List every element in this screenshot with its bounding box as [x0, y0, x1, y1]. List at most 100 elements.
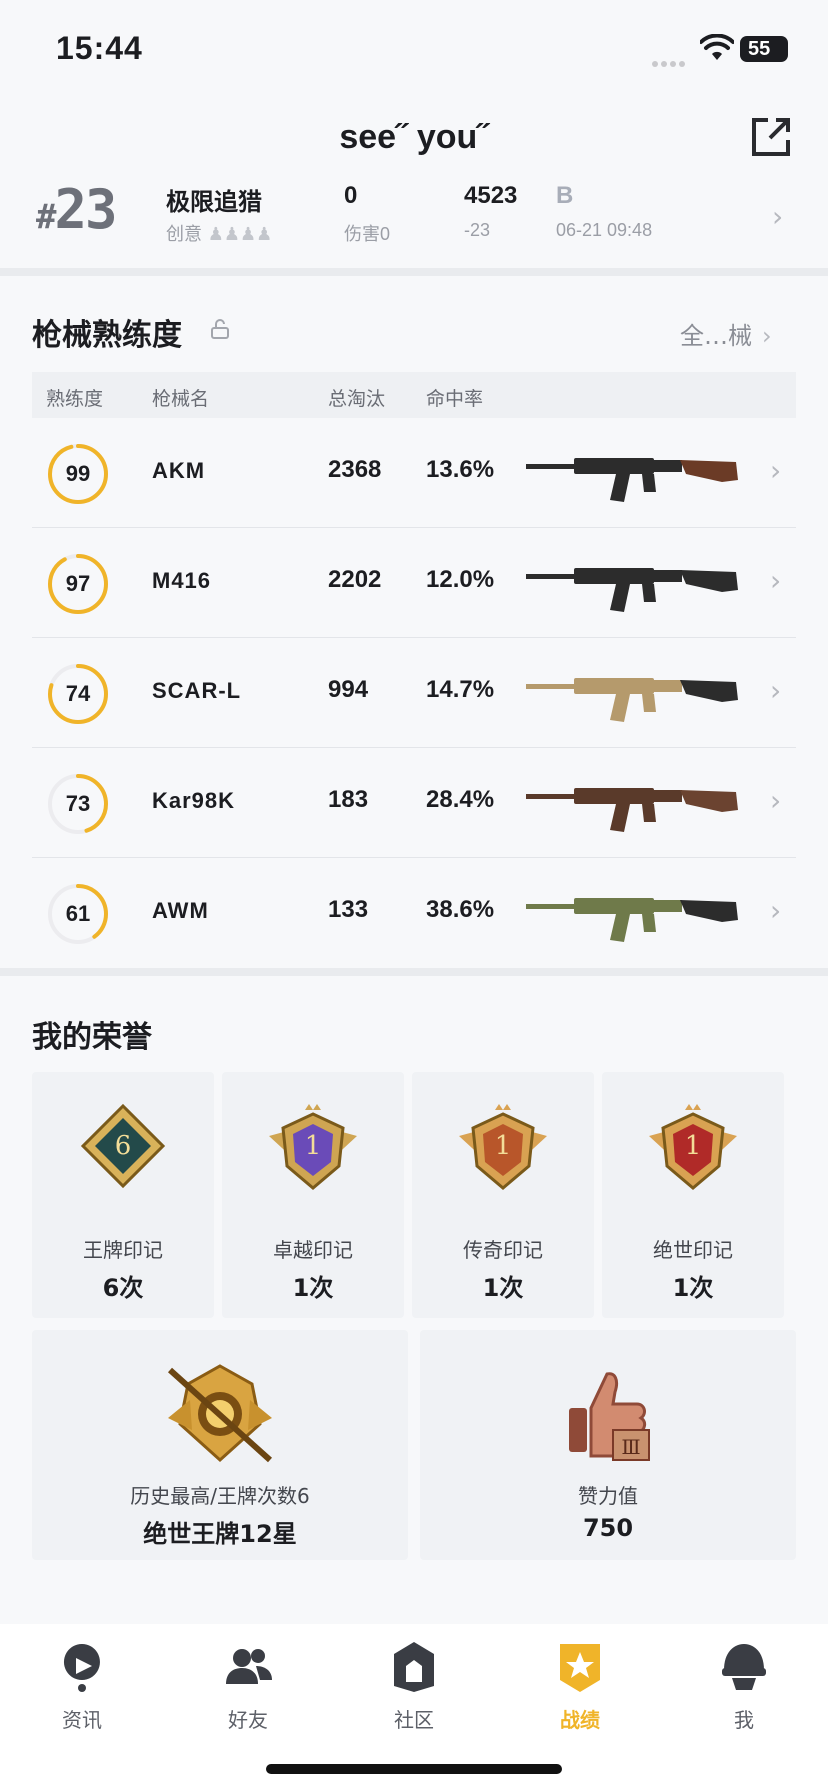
- weapon-accuracy: 28.4%: [426, 786, 495, 813]
- mastery-value: 73: [65, 791, 91, 816]
- honor-label: 卓越印记: [273, 1238, 353, 1262]
- history-best-card[interactable]: 历史最高/王牌次数6 绝世王牌12星: [32, 1330, 408, 1560]
- honor-value: 1次: [672, 1274, 714, 1302]
- honor-value: 1次: [292, 1274, 334, 1302]
- weapon-table-header: 熟练度 枪械名 总淘汰 命中率: [32, 372, 796, 418]
- peerless-mark-badge-icon: 1: [649, 1104, 737, 1190]
- tab-record[interactable]: 战绩: [530, 1638, 630, 1733]
- record-icon: [560, 1644, 600, 1692]
- weapon-name: AWM: [152, 898, 209, 923]
- badge-number: 1: [685, 1131, 702, 1161]
- page-title: see˝ you˝: [339, 118, 489, 156]
- status-bar: 15:44 55: [0, 0, 828, 100]
- weapon-image: [526, 678, 738, 722]
- tab-label: 我: [734, 1708, 754, 1732]
- weapon-row[interactable]: 99 AKM 2368 13.6% ›: [32, 418, 796, 528]
- profile-helmet-icon: [722, 1644, 766, 1690]
- weapon-kills: 133: [328, 896, 369, 923]
- mastery-ring: 97: [46, 552, 110, 616]
- honor-label: 绝世印记: [653, 1238, 733, 1262]
- mastery-value: 99: [65, 461, 91, 486]
- tab-friends[interactable]: 好友: [198, 1638, 298, 1733]
- mastery-ring: 61: [46, 882, 110, 946]
- rank-number: 23: [54, 178, 117, 241]
- tab-news[interactable]: 资讯: [32, 1638, 132, 1733]
- chevron-right-icon: ›: [770, 894, 782, 927]
- weapon-row[interactable]: 97 M416 2202 12.0% ›: [32, 528, 796, 638]
- history-best-value: 绝世王牌12星: [143, 1520, 297, 1548]
- history-best-label: 历史最高/王牌次数6: [130, 1484, 310, 1508]
- honors-title: 我的荣誉: [32, 1020, 152, 1055]
- honor-card[interactable]: 1 卓越印记 1次: [222, 1072, 404, 1318]
- battery-level: 55: [748, 38, 771, 60]
- lock-icon[interactable]: [210, 318, 230, 340]
- weapon-image: [526, 568, 738, 612]
- honor-card[interactable]: 6 王牌印记 6次: [32, 1072, 214, 1318]
- honor-card[interactable]: 1 绝世印记 1次: [602, 1072, 784, 1318]
- honor-card[interactable]: 1 传奇印记 1次: [412, 1072, 594, 1318]
- mastery-value: 97: [65, 571, 91, 596]
- tab-community[interactable]: 社区: [364, 1638, 464, 1733]
- mastery-value: 74: [65, 681, 91, 706]
- badge-number: 6: [115, 1131, 132, 1161]
- weapon-image: [526, 458, 738, 502]
- tab-label: 资讯: [62, 1708, 102, 1732]
- chevron-right-icon: ›: [762, 322, 772, 350]
- badge-number: 1: [305, 1131, 322, 1161]
- battery-icon: 55: [740, 36, 788, 62]
- legend-mark-badge-icon: 1: [459, 1104, 547, 1190]
- weapon-name: M416: [152, 568, 212, 593]
- friends-icon: [226, 1649, 272, 1684]
- damage-value: 0: [344, 182, 358, 209]
- match-datetime: 06-21 09:48: [556, 220, 653, 240]
- all-weapons-label: 全…械: [680, 322, 752, 350]
- weapon-accuracy: 38.6%: [426, 896, 495, 923]
- weapon-mastery-title: 枪械熟练度: [32, 318, 182, 353]
- excellent-mark-badge-icon: 1: [269, 1104, 357, 1190]
- weapon-name: SCAR-L: [152, 678, 242, 703]
- honor-label: 王牌印记: [83, 1238, 163, 1262]
- match-rank: #23: [36, 178, 118, 241]
- likes-card[interactable]: Ⅲ 赞力值 750: [420, 1330, 796, 1560]
- mastery-value: 61: [65, 901, 91, 926]
- svg-text:Ⅲ: Ⅲ: [621, 1435, 640, 1459]
- weapon-accuracy: 12.0%: [426, 566, 495, 593]
- all-weapons-link[interactable]: 全…械 ›: [680, 316, 772, 351]
- weapon-name: Kar98K: [152, 788, 236, 813]
- weapon-row[interactable]: 74 SCAR-L 994 14.7% ›: [32, 638, 796, 748]
- damage-label: 伤害0: [344, 224, 391, 244]
- grade-value: B: [556, 182, 574, 209]
- weapon-image: [526, 898, 738, 942]
- news-icon: [63, 1644, 100, 1692]
- weapon-kills: 2202: [328, 566, 382, 593]
- thumbs-up-icon: Ⅲ: [569, 1372, 650, 1461]
- tab-profile[interactable]: 我: [694, 1638, 794, 1733]
- weapon-kills: 183: [328, 786, 369, 813]
- weapon-row[interactable]: 73 Kar98K 183 28.4% ›: [32, 748, 796, 858]
- mastery-ring: 74: [46, 662, 110, 726]
- last-match-summary[interactable]: #23 极限追猎 创意 ♟♟♟♟ 0 伤害0 4523 -23 B 06-21 …: [0, 178, 828, 264]
- squad-icon: ♟♟♟♟: [207, 224, 273, 245]
- honor-label: 传奇印记: [463, 1238, 543, 1262]
- cellular-signal-icon: [652, 52, 692, 67]
- score-change: -23: [464, 220, 491, 240]
- status-time: 15:44: [56, 30, 143, 66]
- home-indicator[interactable]: [266, 1764, 562, 1774]
- weapon-kills: 994: [328, 676, 369, 703]
- score-value: 4523: [464, 182, 518, 209]
- chevron-right-icon: ›: [770, 784, 782, 817]
- rank-crest-icon: [167, 1364, 273, 1463]
- weapon-kills: 2368: [328, 456, 382, 483]
- weapon-row[interactable]: 61 AWM 133 38.6% ›: [32, 858, 796, 968]
- share-export-icon[interactable]: [750, 116, 792, 158]
- tab-label: 好友: [228, 1708, 268, 1732]
- wifi-icon: [700, 34, 734, 60]
- chevron-right-icon: ›: [770, 564, 782, 597]
- likes-value: 750: [582, 1514, 634, 1542]
- tab-label: 社区: [394, 1708, 434, 1732]
- mastery-ring: 73: [46, 772, 110, 836]
- match-mode-sub: 创意 ♟♟♟♟: [166, 220, 272, 246]
- header-kills: 总淘汰: [328, 388, 386, 410]
- chevron-right-icon: ›: [770, 454, 782, 487]
- chevron-right-icon: ›: [772, 200, 784, 233]
